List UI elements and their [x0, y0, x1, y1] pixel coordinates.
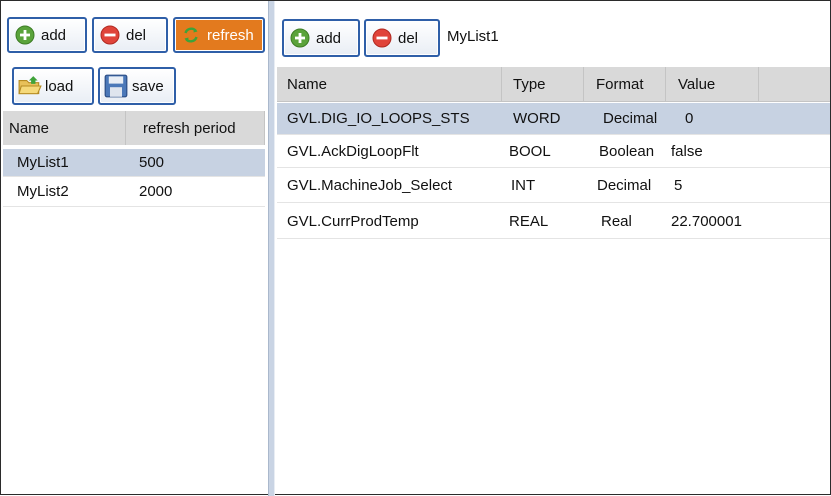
- load-label: load: [45, 77, 74, 95]
- list-row[interactable]: MyList1 500: [3, 149, 265, 177]
- variable-format: Boolean: [599, 143, 655, 160]
- minus-circle-icon: [372, 28, 392, 48]
- list-refresh-period: 500: [139, 154, 165, 171]
- lists-column-name[interactable]: Name: [3, 111, 126, 145]
- lists-panel: add del refresh load save Name refresh p…: [3, 3, 265, 494]
- variable-name: GVL.CurrProdTemp: [287, 213, 419, 230]
- variable-format: Real: [601, 213, 632, 230]
- variable-name: GVL.MachineJob_Select: [287, 177, 453, 194]
- save-button[interactable]: save: [98, 67, 176, 105]
- lists-del-label: del: [126, 26, 147, 44]
- column-name[interactable]: Name: [277, 67, 502, 101]
- list-name: MyList2: [17, 183, 69, 200]
- plus-circle-icon: [290, 28, 310, 48]
- minus-circle-icon: [100, 25, 120, 45]
- lists-add-button[interactable]: add: [7, 17, 87, 53]
- variable-format: Decimal: [603, 110, 658, 127]
- column-value[interactable]: Value: [666, 67, 759, 101]
- variable-value[interactable]: 5: [674, 169, 682, 202]
- variable-value[interactable]: 22.700001: [671, 205, 742, 238]
- save-label: save: [132, 77, 164, 95]
- variable-row[interactable]: GVL.CurrProdTemp REAL Real 22.700001: [277, 205, 830, 239]
- variable-type: WORD: [513, 110, 561, 127]
- watch-list-panel: add del refresh load save Name refresh p…: [0, 0, 831, 496]
- variable-format: Decimal: [597, 177, 652, 194]
- variable-row[interactable]: GVL.DIG_IO_LOOPS_STS WORD Decimal 0: [277, 103, 830, 135]
- lists-del-button[interactable]: del: [92, 17, 168, 53]
- variable-row[interactable]: GVL.MachineJob_Select INT Decimal 5: [277, 169, 830, 203]
- plus-circle-icon: [15, 25, 35, 45]
- refresh-icon: [184, 27, 198, 43]
- list-refresh-period: 2000: [139, 183, 173, 200]
- variable-value[interactable]: false: [671, 136, 703, 167]
- lists-column-refresh-period[interactable]: refresh period: [126, 111, 265, 145]
- variables-del-label: del: [398, 29, 419, 47]
- list-row[interactable]: MyList2 2000: [3, 177, 265, 207]
- variables-del-button[interactable]: del: [364, 19, 440, 57]
- variable-type: INT: [511, 177, 536, 194]
- variable-name: GVL.AckDigLoopFlt: [287, 143, 419, 160]
- variable-name: GVL.DIG_IO_LOOPS_STS: [287, 110, 470, 127]
- load-button[interactable]: load: [12, 67, 94, 105]
- column-type[interactable]: Type: [502, 67, 584, 101]
- floppy-disk-icon: [104, 74, 128, 98]
- panel-splitter[interactable]: [268, 1, 275, 496]
- variables-add-label: add: [316, 29, 342, 47]
- variable-type: BOOL: [509, 143, 551, 160]
- variable-row[interactable]: GVL.AckDigLoopFlt BOOL Boolean false: [277, 136, 830, 168]
- variables-panel: add del MyList1 Name Type Format Value G…: [277, 3, 830, 494]
- lists-add-label: add: [41, 26, 67, 44]
- open-folder-icon: [18, 76, 42, 95]
- refresh-label: refresh: [207, 26, 254, 44]
- list-name: MyList1: [17, 154, 69, 171]
- column-format[interactable]: Format: [584, 67, 666, 101]
- variable-value[interactable]: 0: [685, 103, 693, 134]
- list-title: MyList1: [447, 28, 499, 45]
- refresh-button[interactable]: refresh: [173, 17, 265, 53]
- variables-add-button[interactable]: add: [282, 19, 360, 57]
- variables-table-header: Name Type Format Value: [277, 67, 830, 102]
- variable-type: REAL: [509, 213, 549, 230]
